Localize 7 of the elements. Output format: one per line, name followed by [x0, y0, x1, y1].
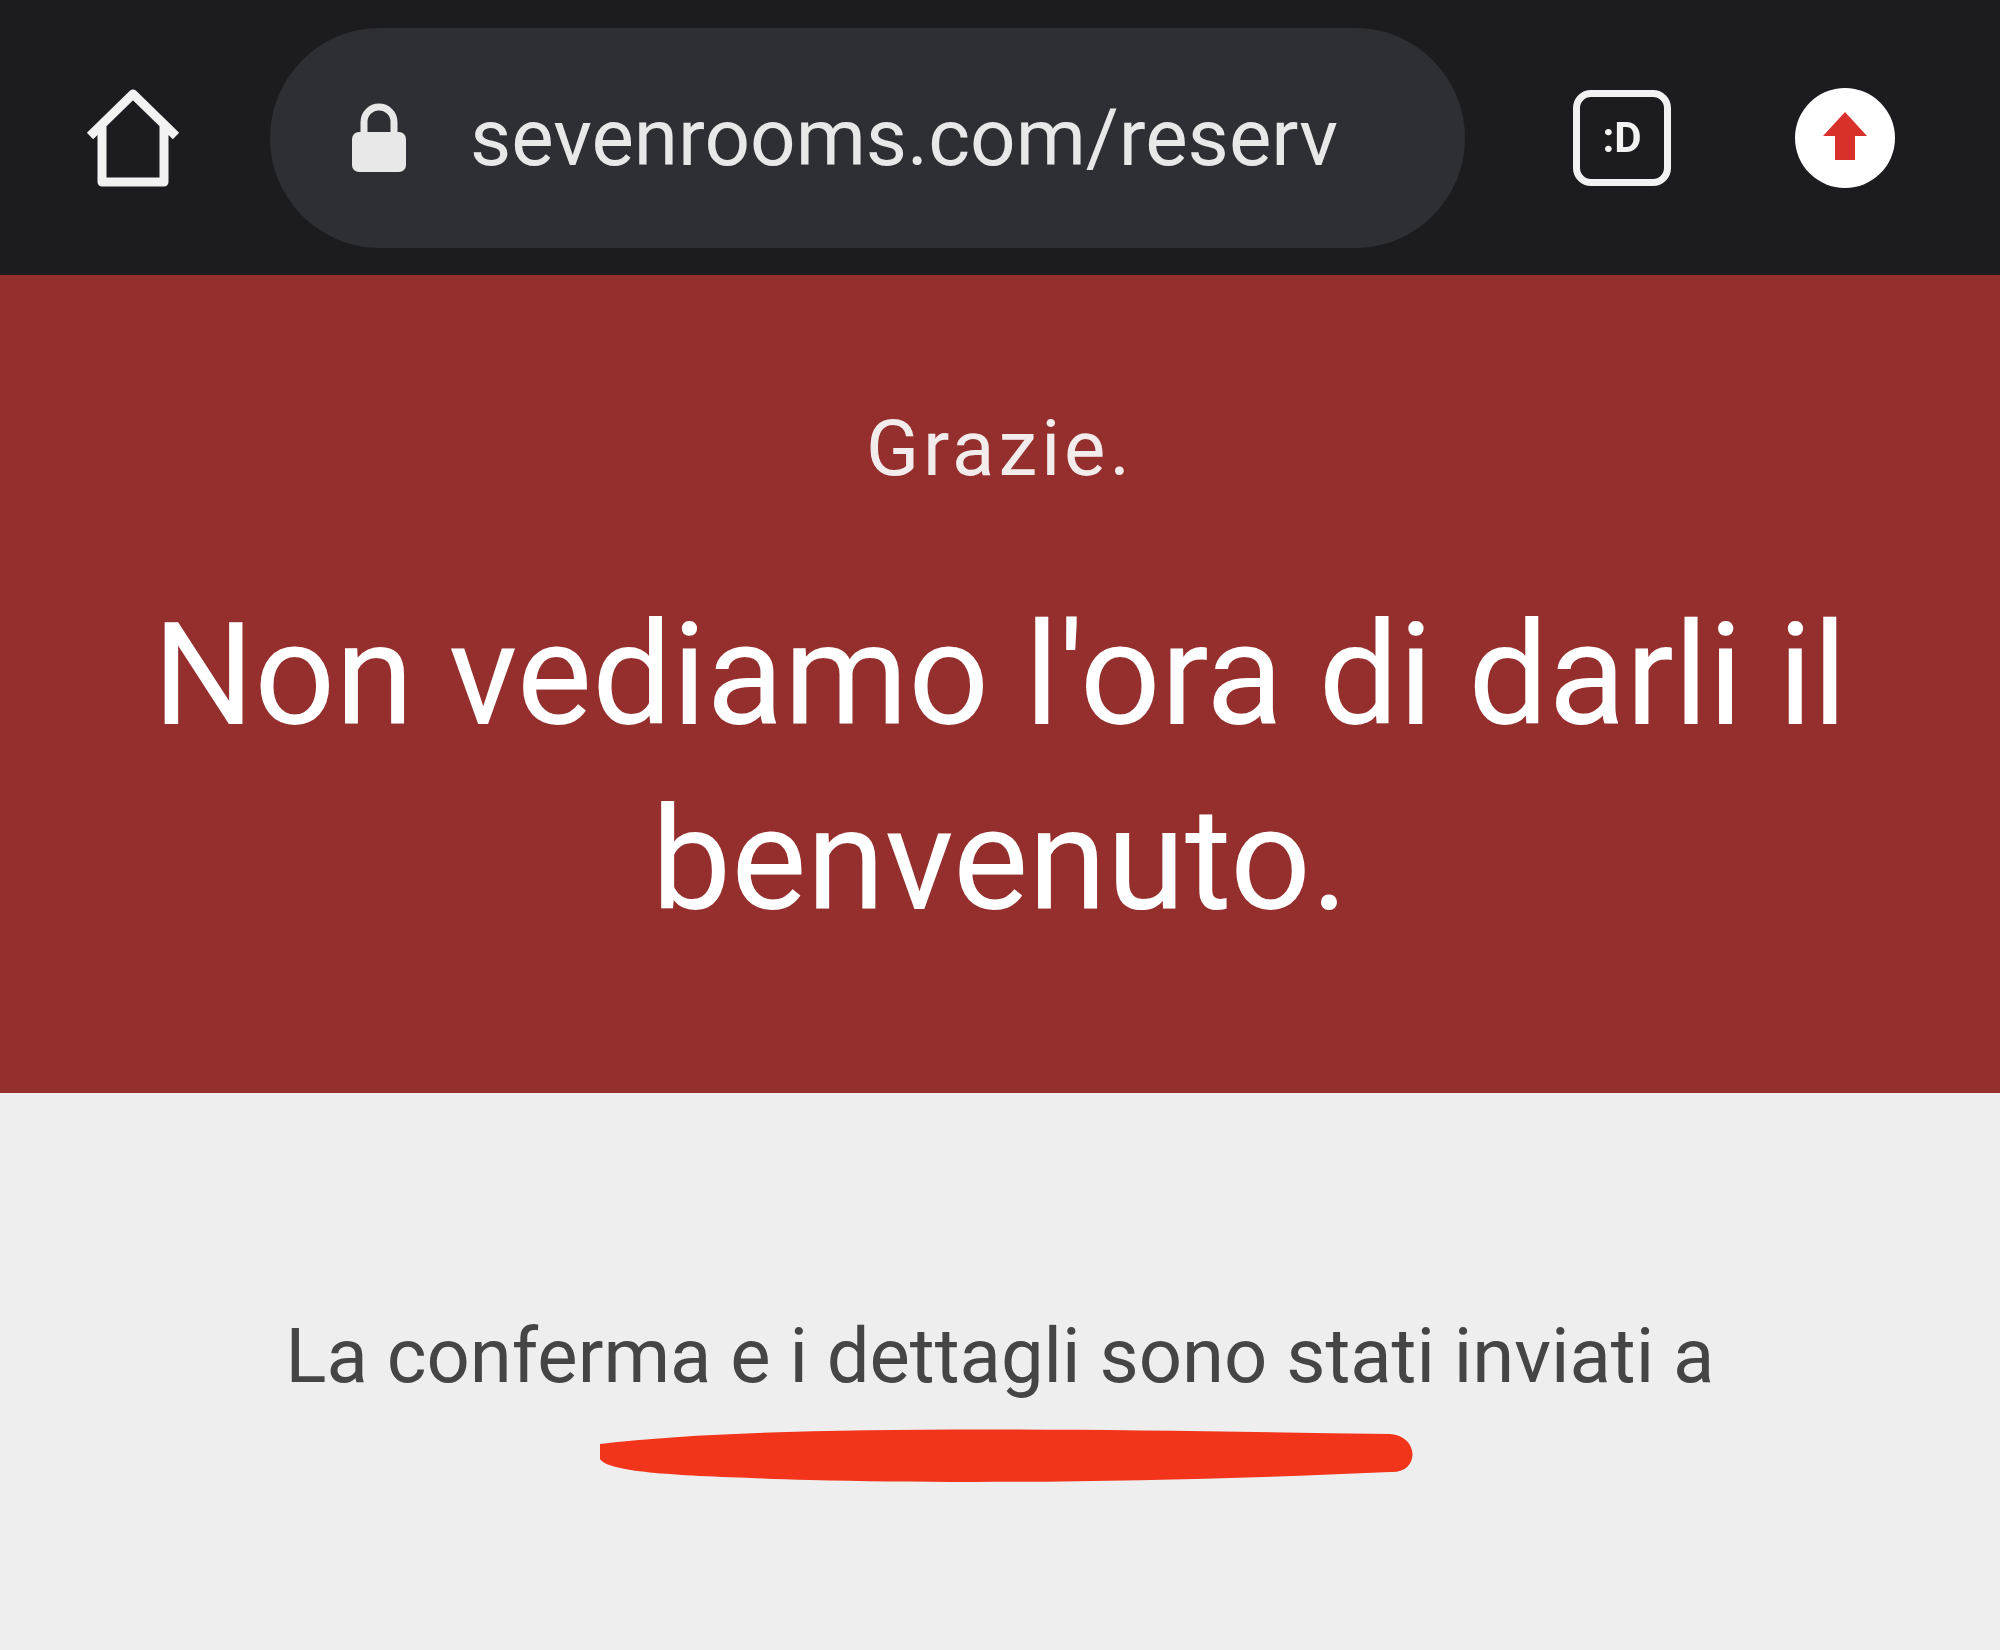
tab-count-button[interactable]: :D — [1573, 89, 1671, 186]
address-bar[interactable]: sevenrooms.com/reserv — [270, 27, 1465, 248]
headline: Non vediamo l'ora di darli il benvenuto. — [151, 591, 1849, 946]
lock-icon — [350, 101, 408, 174]
thanks-text: Grazie. — [865, 410, 1135, 488]
upload-icon[interactable] — [1795, 87, 1895, 188]
url-text: sevenrooms.com/reserv — [470, 97, 1338, 178]
